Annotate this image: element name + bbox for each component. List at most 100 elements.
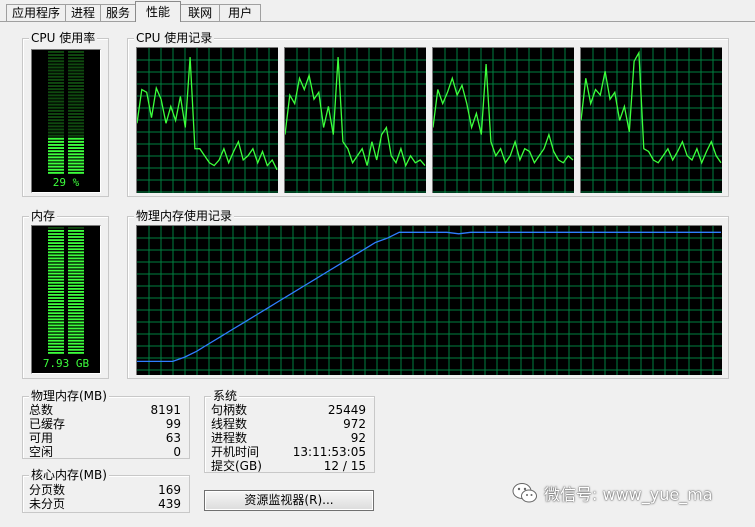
meter-segment <box>48 113 64 115</box>
kernel-memory-row: 未分页 439 <box>29 497 181 511</box>
meter-segment <box>48 94 64 97</box>
meter-segment <box>68 88 84 91</box>
meter-segment-lit <box>48 333 64 336</box>
row-value: 99 <box>165 417 181 431</box>
meter-segment <box>68 57 84 60</box>
meter-segment <box>68 227 84 229</box>
meter-segment <box>68 134 84 137</box>
row-value: 169 <box>158 483 181 497</box>
meter-segment-lit <box>48 168 64 171</box>
row-value: 63 <box>165 431 181 445</box>
meter-segment-lit <box>68 150 84 153</box>
meter-segment-lit <box>68 147 84 149</box>
wechat-icon <box>512 483 537 503</box>
tab-divider <box>0 21 755 22</box>
cpu-usage-value: 29 % <box>52 176 80 189</box>
physical-memory-row: 可用 63 <box>29 431 181 445</box>
meter-segment-lit <box>68 312 84 315</box>
meter-segment-lit <box>48 233 64 235</box>
meter-segment-lit <box>68 330 84 333</box>
meter-segment <box>48 106 64 109</box>
cpu-history-graph-4 <box>580 47 722 193</box>
meter-segment-lit <box>48 327 64 330</box>
system-row: 句柄数 25449 <box>211 403 366 417</box>
row-key: 已缓存 <box>29 417 66 431</box>
meter-segment-lit <box>48 330 64 333</box>
tab-performance[interactable]: 性能 <box>135 1 182 22</box>
meter-segment-lit <box>48 288 64 290</box>
meter-segment-lit <box>68 137 84 140</box>
meter-segment-lit <box>68 272 84 275</box>
meter-segment-lit <box>68 324 84 327</box>
memory-meter: 7.93 GB <box>31 225 101 374</box>
cpu-history-chart-4 <box>581 48 722 193</box>
meter-segment <box>48 85 64 87</box>
tab-bar: 应用程序 进程 服务 性能 联网 用户 <box>6 1 262 22</box>
meter-segment-lit <box>48 345 64 348</box>
meter-segment <box>48 78 64 81</box>
meter-segment-lit <box>68 248 84 251</box>
meter-segment-lit <box>48 230 64 232</box>
meter-segment <box>48 57 64 60</box>
meter-segment-lit <box>68 156 84 159</box>
cpu-history-graph-1 <box>136 47 278 193</box>
cpu-history-graph-2 <box>284 47 426 193</box>
meter-segment-lit <box>68 168 84 171</box>
meter-segment-lit <box>48 284 64 287</box>
tab-applications[interactable]: 应用程序 <box>6 4 67 22</box>
system-row: 进程数 92 <box>211 431 366 445</box>
meter-segment-lit <box>68 242 84 244</box>
meter-segment <box>48 69 64 72</box>
meter-segment-lit <box>68 140 84 143</box>
system-row: 线程数 972 <box>211 417 366 431</box>
row-key: 开机时间 <box>211 445 260 459</box>
meter-segment-lit <box>68 300 84 302</box>
tab-networking[interactable]: 联网 <box>180 4 221 22</box>
cpu-history-group: CPU 使用记录 <box>127 31 729 197</box>
meter-segment-lit <box>48 140 64 143</box>
meter-segment <box>48 119 64 122</box>
meter-segment <box>48 116 64 118</box>
meter-segment-lit <box>48 137 64 140</box>
meter-segment <box>48 88 64 91</box>
meter-segment-lit <box>48 342 64 345</box>
meter-segment-lit <box>48 348 64 351</box>
row-value: 8191 <box>150 403 181 417</box>
meter-segment-lit <box>68 171 84 174</box>
memory-bars <box>48 227 84 354</box>
meter-segment-lit <box>68 263 84 266</box>
tab-users[interactable]: 用户 <box>219 4 262 22</box>
meter-segment <box>68 116 84 118</box>
meter-segment-lit <box>68 257 84 260</box>
meter-segment-lit <box>68 278 84 281</box>
resource-monitor-button[interactable]: 资源监视器(R)... <box>204 490 374 511</box>
meter-segment-lit <box>68 348 84 351</box>
meter-segment-lit <box>68 153 84 156</box>
meter-segment-lit <box>68 236 84 238</box>
meter-segment <box>68 106 84 109</box>
meter-segment <box>68 69 84 72</box>
kernel-memory-row: 分页数 169 <box>29 483 181 497</box>
row-key: 总数 <box>29 403 54 417</box>
meter-segment-lit <box>68 165 84 168</box>
memory-value: 7.93 GB <box>42 357 90 370</box>
meter-segment-lit <box>68 254 84 257</box>
system-row: 开机时间 13:11:53:05 <box>211 445 366 459</box>
meter-segment <box>68 100 84 103</box>
row-value: 439 <box>158 497 181 511</box>
meter-segment-lit <box>48 294 64 296</box>
meter-segment-lit <box>48 251 64 254</box>
row-key: 句柄数 <box>211 403 248 417</box>
physical-memory-title: 物理内存(MB) <box>29 389 109 403</box>
meter-segment-lit <box>68 288 84 290</box>
meter-segment-lit <box>68 333 84 336</box>
meter-segment <box>68 66 84 69</box>
meter-segment <box>48 134 64 137</box>
meter-segment <box>68 72 84 75</box>
meter-segment-lit <box>68 309 84 312</box>
meter-segment <box>48 82 64 84</box>
meter-segment-lit <box>68 321 84 324</box>
tab-services[interactable]: 服务 <box>100 4 137 22</box>
tab-processes[interactable]: 进程 <box>65 4 102 22</box>
meter-segment-lit <box>68 281 84 284</box>
